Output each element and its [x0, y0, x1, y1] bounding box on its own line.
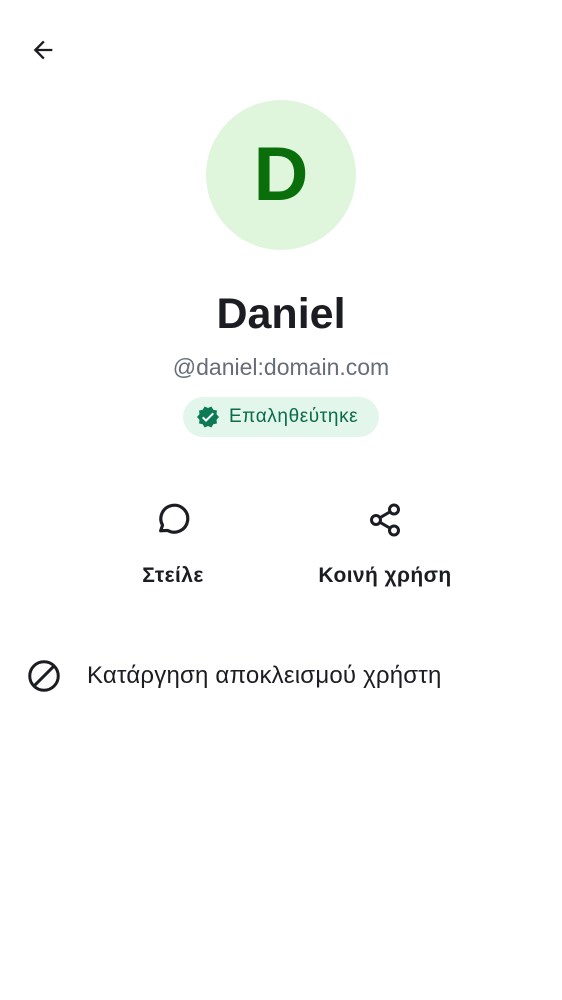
share-icon	[357, 492, 413, 548]
send-message-label: Στείλε	[142, 564, 204, 587]
arrow-left-icon	[29, 36, 57, 64]
user-id: @daniel:domain.com	[172, 354, 390, 380]
verified-label: Επαληθεύτηκε	[229, 406, 359, 427]
unblock-user-item[interactable]: Κατάργηση αποκλεισμού χρήστη	[0, 646, 562, 706]
send-message-button[interactable]: Στείλε	[83, 492, 263, 602]
back-button[interactable]	[19, 26, 67, 74]
share-button[interactable]: Κοινή χρήση	[295, 492, 475, 602]
avatar[interactable]: D	[206, 100, 356, 250]
verified-badge: Επαληθεύτηκε	[183, 397, 379, 437]
display-name: Daniel	[216, 290, 346, 338]
unblock-user-label: Κατάργηση αποκλεισμού χρήστη	[87, 662, 442, 689]
share-label: Κοινή χρήση	[318, 564, 452, 587]
chat-bubble-icon	[145, 492, 201, 548]
block-icon	[23, 655, 65, 697]
verified-check-icon	[196, 405, 220, 429]
